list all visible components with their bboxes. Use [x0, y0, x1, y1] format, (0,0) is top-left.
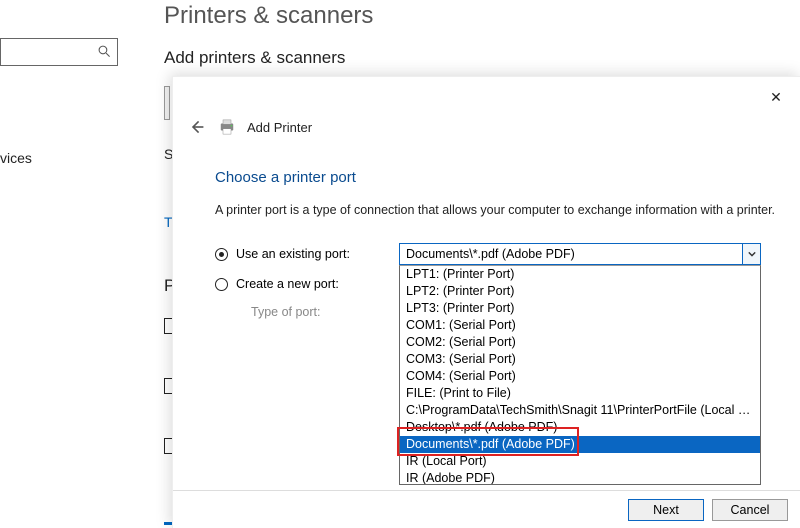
sidebar-item-truncated[interactable]: vices [0, 148, 36, 168]
dialog-title: Add Printer [247, 120, 312, 135]
port-option[interactable]: FILE: (Print to File) [400, 385, 760, 402]
port-option[interactable]: COM4: (Serial Port) [400, 368, 760, 385]
printer-icon [217, 118, 237, 136]
port-option[interactable]: IR (Local Port) [400, 453, 760, 470]
radio-label: Use an existing port: [236, 247, 350, 261]
port-option[interactable]: Desktop\*.pdf (Adobe PDF) [400, 419, 760, 436]
add-printer-dialog: ✕ Add Printer Choose a printer port A pr… [172, 76, 800, 528]
port-option[interactable]: COM3: (Serial Port) [400, 351, 760, 368]
section-title: Add printers & scanners [164, 48, 345, 68]
dialog-button-row: Next Cancel [173, 490, 800, 528]
port-combobox[interactable]: Documents\*.pdf (Adobe PDF) [399, 243, 761, 265]
back-button[interactable] [187, 117, 207, 137]
port-option[interactable]: COM1: (Serial Port) [400, 317, 760, 334]
dialog-heading: Choose a printer port [215, 169, 356, 186]
port-option[interactable]: IR (Adobe PDF) [400, 470, 760, 485]
radio-use-existing-port[interactable]: Use an existing port: [215, 247, 350, 261]
port-option[interactable]: LPT2: (Printer Port) [400, 283, 760, 300]
radio-create-new-port[interactable]: Create a new port: [215, 277, 339, 291]
row-letter-s: S [164, 146, 170, 180]
cancel-button[interactable]: Cancel [712, 499, 788, 521]
port-option[interactable]: COM2: (Serial Port) [400, 334, 760, 351]
page-title: Printers & scanners [164, 2, 373, 30]
radio-icon [215, 248, 228, 261]
close-icon: ✕ [770, 89, 782, 106]
search-input[interactable] [0, 38, 118, 66]
dialog-description: A printer port is a type of connection t… [215, 203, 780, 217]
port-type-label: Type of port: [251, 305, 320, 319]
port-dropdown-list[interactable]: LPT1: (Printer Port)LPT2: (Printer Port)… [399, 265, 761, 485]
dialog-header: Add Printer [187, 117, 312, 137]
port-option[interactable]: C:\ProgramData\TechSmith\Snagit 11\Print… [400, 402, 760, 419]
port-option[interactable]: Documents\*.pdf (Adobe PDF) [400, 436, 760, 453]
close-button[interactable]: ✕ [762, 83, 790, 111]
radio-icon [215, 278, 228, 291]
radio-label: Create a new port: [236, 277, 339, 291]
next-button[interactable]: Next [628, 499, 704, 521]
port-option[interactable]: LPT1: (Printer Port) [400, 266, 760, 283]
search-icon [97, 44, 111, 61]
chevron-down-icon[interactable] [742, 244, 760, 264]
combobox-value: Documents\*.pdf (Adobe PDF) [400, 247, 742, 261]
port-option[interactable]: LPT3: (Printer Port) [400, 300, 760, 317]
add-device-button-edge[interactable] [164, 86, 170, 120]
